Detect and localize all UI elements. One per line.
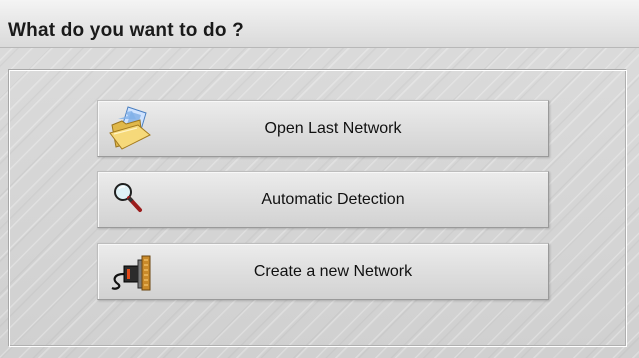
open-last-network-button[interactable]: Open Last Network [97, 100, 549, 157]
dialog-title: What do you want to do ? [8, 20, 244, 41]
folder-open-icon [106, 105, 156, 153]
automatic-detection-label: Automatic Detection [261, 190, 405, 208]
magnifier-icon [106, 176, 156, 224]
serial-connector-icon [106, 248, 156, 296]
create-new-network-button[interactable]: Create a new Network [97, 243, 549, 300]
open-last-network-label: Open Last Network [264, 119, 402, 137]
create-new-network-label: Create a new Network [253, 262, 413, 280]
dialog-header: What do you want to do ? [0, 0, 639, 48]
what-to-do-dialog: What do you want to do ? Open Last Netwo… [0, 0, 639, 358]
automatic-detection-button[interactable]: Automatic Detection [97, 171, 549, 228]
